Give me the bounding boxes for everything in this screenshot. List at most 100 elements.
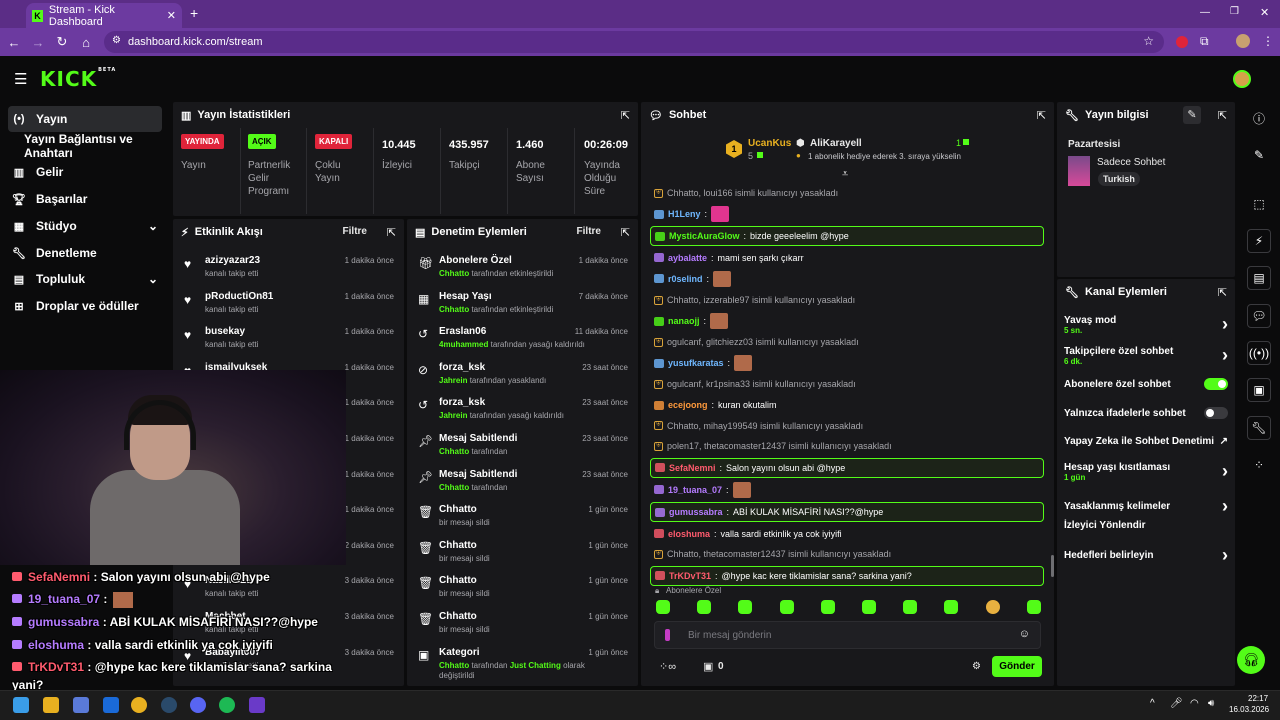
moderation-row[interactable]: 🗑︎ Chhatto bir mesajı sildi 1 gün önce xyxy=(414,611,628,645)
moderation-row[interactable]: 🗑︎ Chhatto bir mesajı sildi 1 gün önce xyxy=(414,540,628,574)
edit-icon[interactable]: ✎ xyxy=(1247,143,1271,167)
expand-icon[interactable]: ⇱ xyxy=(387,226,396,239)
forward-icon[interactable]: → xyxy=(30,34,46,50)
chat-username[interactable]: yusufkaratas xyxy=(668,358,724,368)
emote-button[interactable] xyxy=(862,600,876,614)
bookmark-star-icon[interactable]: ☆ xyxy=(1143,34,1154,48)
channel-action-row[interactable]: Hesap yaşı kısıtlaması 1 gün › xyxy=(1064,461,1228,482)
extension-icon[interactable] xyxy=(1176,36,1188,48)
emote-button[interactable] xyxy=(820,600,835,614)
file-explorer-icon[interactable] xyxy=(43,697,59,713)
wifi-icon[interactable]: ◠ xyxy=(1190,698,1199,709)
chat-message[interactable]: SefaNemni: Salon yayını olsun abi @hype xyxy=(650,457,1044,478)
moderation-row[interactable]: ▦ Hesap Yaşı Chhatto tarafından etkinleşti… xyxy=(414,291,628,325)
channel-action-row[interactable]: Abonelere özel sohbet xyxy=(1064,378,1228,390)
discord-icon[interactable] xyxy=(190,697,206,713)
channel-action-row[interactable]: Yalnızca ifadelerle sohbet xyxy=(1064,407,1228,419)
activity-row[interactable]: ♥ busekay kanalı takip etti 1 dakika önce xyxy=(180,326,394,360)
info-icon[interactable]: ⓘ xyxy=(1247,106,1271,130)
activity-row[interactable]: ♥ pRoductiOn81 kanalı takip etti 1 dakika ö… xyxy=(180,291,394,325)
list-icon[interactable]: ▤ xyxy=(1247,266,1271,290)
sidebar-item-droplar[interactable]: ⊞ Droplar ve ödüller xyxy=(8,293,162,319)
chat-message[interactable]: 19_tuana_07: xyxy=(650,480,1044,499)
chat-username[interactable]: TrKDvT31 xyxy=(669,571,711,581)
sidebar-item-studyo[interactable]: ▦ Stüdyo ⌄ xyxy=(8,213,162,239)
volume-icon[interactable]: 🔊︎ xyxy=(1208,698,1214,709)
chrome-icon[interactable] xyxy=(131,697,147,713)
emote-button[interactable] xyxy=(903,600,918,614)
store-icon[interactable] xyxy=(73,697,89,713)
pinned-chevron-icon[interactable]: ⩡ xyxy=(842,168,848,181)
chat-message[interactable]: H1Leny: xyxy=(650,205,1044,224)
expand-icon[interactable]: ⇱ xyxy=(1218,286,1227,299)
channel-action-row[interactable]: Yavaş mod 5 sn. › xyxy=(1064,314,1228,335)
chat-message[interactable]: eloshuma: valla sardi etkinlik ya cok iyi… xyxy=(650,525,1044,543)
emote-button[interactable] xyxy=(738,600,753,614)
emote-button[interactable] xyxy=(697,600,712,614)
chevron-right-icon[interactable]: › xyxy=(1222,496,1228,517)
back-icon[interactable]: ← xyxy=(6,34,22,50)
sidebar-item-yayin[interactable]: (•) Yayın xyxy=(8,106,162,132)
chat-system-message[interactable]: ⛨ ogulcanf, glitchiezz03 isimli kullanıcı… xyxy=(650,333,1044,351)
windows-start-icon[interactable] xyxy=(13,697,29,713)
moderation-filter-button[interactable]: Filtre xyxy=(577,226,601,237)
maximize-icon[interactable]: ❐ xyxy=(1230,6,1239,17)
chevron-right-icon[interactable]: › xyxy=(1222,345,1228,366)
top-gifter-name[interactable]: UcanKus xyxy=(748,138,791,149)
app-icon[interactable] xyxy=(249,697,265,713)
chat-input[interactable]: Bir mesaj gönderin ☺ xyxy=(654,621,1041,649)
extensions-puzzle-icon[interactable]: ⧉ xyxy=(1200,34,1209,49)
moderation-row[interactable]: ↺ forza_ksk Jahrein tarafından yasağı kald… xyxy=(414,397,628,431)
hamburger-menu-icon[interactable]: ☰ xyxy=(14,70,27,88)
inventory-icon[interactable]: ▣ xyxy=(703,660,713,673)
chat-username[interactable]: SefaNemni xyxy=(669,463,716,473)
chat-system-message[interactable]: ⛨ polen17, thetacomaster12437 isimli kull… xyxy=(650,437,1044,455)
chat-username[interactable]: gumussabra xyxy=(669,507,723,517)
outlook-icon[interactable] xyxy=(103,697,119,713)
chat-username[interactable]: 19_tuana_07 xyxy=(668,485,722,495)
tray-chevron-icon[interactable]: ^ xyxy=(1150,698,1155,709)
bolt-icon[interactable]: ⚡︎ xyxy=(1247,229,1271,253)
user-avatar[interactable] xyxy=(1233,70,1251,88)
expand-icon[interactable]: ⇱ xyxy=(1037,109,1046,122)
emote-button[interactable] xyxy=(985,600,1000,614)
chat-username[interactable]: r0selind xyxy=(668,274,703,284)
sidebar-item-stream-key[interactable]: Yayın Bağlantısı ve Anahtarı xyxy=(20,132,170,160)
chat-system-message[interactable]: ⛨ Chhatto, izzerable97 isimli kullanıcıyı… xyxy=(650,291,1044,309)
minimize-icon[interactable]: — xyxy=(1200,7,1210,18)
moderation-row[interactable]: ⊘ forza_ksk Jahrein tarafından yasaklandı 2… xyxy=(414,362,628,396)
toggle-switch[interactable] xyxy=(1204,378,1228,390)
close-tab-icon[interactable]: ✕ xyxy=(167,9,176,22)
steam-icon[interactable] xyxy=(161,697,177,713)
sidebar-item-denetleme[interactable]: 🔧︎ Denetleme xyxy=(8,240,162,266)
chevron-right-icon[interactable]: › xyxy=(1222,545,1228,566)
emote-button[interactable] xyxy=(656,600,670,614)
apps-icon[interactable]: ⁘ xyxy=(1247,453,1271,477)
sidebar-item-basarilar[interactable]: 🏆︎ Başarılar xyxy=(8,186,162,212)
send-button[interactable]: Gönder xyxy=(992,656,1042,677)
stream-tag[interactable]: Turkish xyxy=(1098,172,1140,186)
clock-date[interactable]: 16.03.2026 xyxy=(1229,705,1269,714)
chat-username[interactable]: MysticAuraGlow xyxy=(669,231,740,241)
emote-button[interactable] xyxy=(1026,600,1041,614)
support-headset-icon[interactable]: 🎧︎ xyxy=(1237,646,1265,674)
wrench-icon[interactable]: 🔧︎ xyxy=(1247,416,1271,440)
chat-message[interactable]: MysticAuraGlow: bizde geeeleelim @hype xyxy=(650,226,1044,247)
moderation-row[interactable]: 🎁︎ Abonelere Özel Chhatto tarafından etkin… xyxy=(414,255,628,289)
new-tab-button[interactable]: + xyxy=(190,5,198,21)
channel-action-row[interactable]: Yapay Zeka ile Sohbet Denetimi ↗ xyxy=(1064,436,1228,447)
chevron-right-icon[interactable]: › xyxy=(1222,461,1228,482)
moderation-row[interactable]: 🗑︎ Chhatto bir mesajı sildi 1 gün önce xyxy=(414,575,628,609)
spotify-icon[interactable] xyxy=(219,697,235,713)
chat-message[interactable]: aybalatte: mami sen şarkı çıkarr xyxy=(650,249,1044,267)
chat-message[interactable]: ecejoong: kuran okutalim xyxy=(650,396,1044,414)
broadcast-icon[interactable]: ((•)) xyxy=(1247,341,1271,365)
chat-username[interactable]: ecejoong xyxy=(668,400,708,410)
chat-message[interactable]: yusufkaratas: xyxy=(650,354,1044,373)
kick-logo[interactable]: KICKBETA xyxy=(40,67,116,91)
edit-icon[interactable]: ✎ xyxy=(1183,106,1201,124)
channel-action-row[interactable]: Takipçilere özel sohbet 6 dk. › xyxy=(1064,345,1228,366)
activity-row[interactable]: ♥ azizyazar23 kanalı takip etti 1 dakika ön… xyxy=(180,255,394,289)
sidebar-item-topluluk[interactable]: ▤ Topluluk ⌄ xyxy=(8,266,162,292)
chat-system-message[interactable]: ⛨ Chhatto, loui166 isimli kullanıcıyı yas… xyxy=(650,184,1044,202)
